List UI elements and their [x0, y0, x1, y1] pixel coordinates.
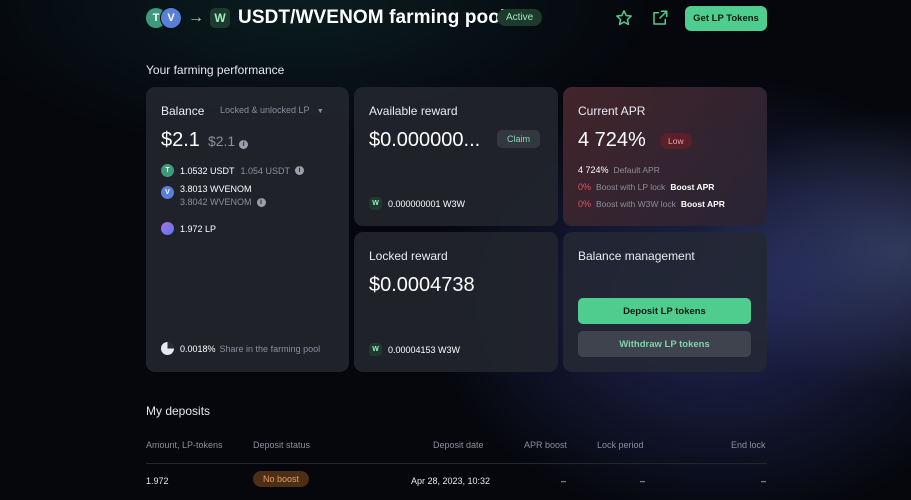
available-reward-token-row: W 0.000000001 W3W: [369, 197, 465, 210]
balance-management-title: Balance management: [578, 249, 695, 263]
lp-token-icon: [161, 222, 174, 235]
column-header-end-lock: End lock: [731, 440, 766, 450]
wvenom-amount: 3.8013 WVENOM: [180, 184, 252, 194]
lp-boost-label: Boost with LP lock: [596, 182, 666, 192]
w3w-boost-row: 0% Boost with W3W lock Boost APR: [578, 199, 725, 209]
chevron-down-icon: ▼: [316, 108, 324, 115]
balance-title: Balance: [161, 104, 205, 118]
default-apr-row: 4 724% Default APR: [578, 165, 660, 175]
apr-level-badge: Low: [660, 133, 692, 149]
default-apr-label: Default APR: [613, 165, 660, 175]
w3w-icon: W: [369, 197, 382, 210]
lp-amount: 1.972 LP: [180, 223, 217, 234]
available-reward-title: Available reward: [369, 104, 458, 118]
star-icon[interactable]: [613, 7, 635, 29]
page-title: USDT/WVENOM farming pool: [238, 7, 506, 28]
w3w-boost-link[interactable]: Boost APR: [681, 199, 725, 209]
available-reward-card: Available reward $0.000000... Claim W 0.…: [354, 87, 558, 226]
w3w-icon: W: [369, 343, 382, 356]
locked-reward-card: Locked reward $0.0004738 W 0.00004153 W3…: [354, 232, 558, 372]
usdt-amount: 1.0532 USDT: [180, 165, 235, 176]
locked-reward-value: $0.0004738: [369, 274, 475, 296]
info-icon[interactable]: i: [239, 140, 249, 149]
available-reward-token-amount: 0.000000001 W3W: [388, 198, 466, 209]
deposit-end-lock: –: [761, 476, 767, 486]
deposit-status-badge: No boost: [253, 471, 310, 487]
balance-filter-label: Locked & unlocked LP: [220, 105, 310, 115]
claim-button[interactable]: Claim: [497, 130, 541, 148]
get-lp-tokens-button[interactable]: Get LP Tokens: [685, 6, 767, 31]
pie-chart-icon: [161, 342, 174, 355]
wvenom-row: V 3.8013 WVENOM 3.8042 WVENOM i: [161, 184, 266, 207]
current-apr-value: 4 724%: [578, 129, 646, 151]
pool-share-value: 0.0018%: [180, 343, 216, 354]
deposit-lock-period: –: [640, 476, 646, 486]
lp-boost-link[interactable]: Boost APR: [670, 182, 714, 192]
status-badge: Active: [497, 9, 543, 26]
usdt-icon: T: [161, 164, 174, 177]
locked-reward-token-row: W 0.00004153 W3W: [369, 343, 460, 356]
arrow-right-icon: →: [188, 9, 204, 26]
w3w-token-icon: W: [210, 8, 230, 28]
info-icon[interactable]: i: [256, 197, 266, 207]
column-header-status: Deposit status: [253, 440, 311, 450]
wvenom-amount-secondary: 3.8042 WVENOM: [180, 197, 252, 207]
wvenom-icon: V: [161, 186, 174, 199]
usdt-amount-secondary: 1.054 USDT: [240, 165, 291, 176]
balance-card: Balance Locked & unlocked LP ▼ $2.1 $2.1…: [146, 87, 349, 372]
info-icon[interactable]: i: [295, 166, 305, 175]
current-apr-title: Current APR: [578, 104, 646, 118]
performance-section-title: Your farming performance: [146, 63, 285, 77]
usdt-row: T 1.0532 USDT 1.054 USDT i: [161, 164, 305, 177]
table-divider: [146, 463, 767, 464]
withdraw-lp-tokens-button[interactable]: Withdraw LP tokens: [578, 331, 751, 357]
deposit-lp-tokens-button[interactable]: Deposit LP tokens: [578, 298, 751, 324]
external-link-icon[interactable]: [649, 7, 671, 29]
lp-boost-value: 0%: [578, 182, 592, 192]
pool-share-label: Share in the farming pool: [219, 343, 321, 354]
deposits-section-title: My deposits: [146, 404, 211, 418]
balance-value-secondary: $2.1: [207, 133, 236, 149]
balance-value: $2.1: [161, 129, 200, 151]
token-pair: T V → W: [146, 7, 230, 29]
pool-share-row: 0.0018% Share in the farming pool: [161, 342, 320, 355]
wvenom-token-icon: V: [160, 7, 182, 29]
balance-management-card: Balance management Deposit LP tokens Wit…: [563, 232, 767, 372]
available-reward-value: $0.000000...: [369, 129, 481, 151]
column-header-apr-boost: APR boost: [524, 440, 568, 450]
column-header-date: Deposit date: [433, 440, 484, 450]
deposit-date: Apr 28, 2023, 10:32: [411, 476, 491, 486]
balance-value-row: $2.1 $2.1 i: [161, 129, 249, 152]
balance-filter-dropdown[interactable]: Locked & unlocked LP ▼: [220, 105, 324, 115]
deposit-amount: 1.972: [146, 476, 169, 486]
default-apr-value: 4 724%: [578, 165, 609, 175]
column-header-amount: Amount, LP-tokens: [146, 440, 223, 450]
column-header-lock-period: Lock period: [597, 440, 644, 450]
lp-row: 1.972 LP: [161, 222, 216, 235]
current-apr-card: Current APR 4 724% Low 4 724% Default AP…: [563, 87, 767, 226]
w3w-boost-label: Boost with W3W lock: [596, 199, 676, 209]
w3w-boost-value: 0%: [578, 199, 592, 209]
lp-boost-row: 0% Boost with LP lock Boost APR: [578, 182, 714, 192]
deposit-apr-boost: –: [561, 476, 567, 486]
locked-reward-title: Locked reward: [369, 249, 448, 263]
locked-reward-token-amount: 0.00004153 W3W: [388, 344, 461, 355]
